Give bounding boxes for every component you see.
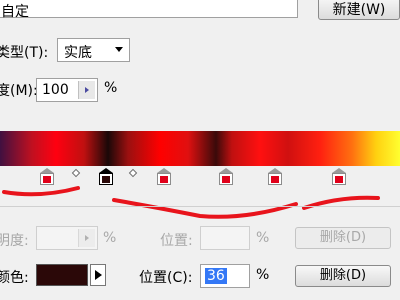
delete-opacity-stop-button: 删除(D) [295, 227, 391, 249]
opacity-unit: % [103, 230, 117, 246]
arrow-right-icon [85, 235, 89, 241]
opacity-label: 明度: [0, 233, 29, 249]
red-annotation-strokes [2, 186, 380, 219]
color-location-input[interactable]: 36 [200, 264, 250, 288]
smoothness-unit: % [104, 80, 118, 96]
smoothness-stepper-button[interactable] [78, 81, 95, 99]
delete-color-stop-button[interactable]: 删除(D) [295, 265, 391, 287]
annotation-stroke [2, 186, 80, 197]
color-location-label: 位置(C): [139, 270, 193, 286]
opacity-location-unit: % [256, 230, 270, 246]
color-swatch-picker[interactable] [36, 264, 88, 286]
new-button[interactable]: 新建(W) [318, 0, 400, 20]
smoothness-value: 100 [42, 82, 69, 98]
smoothness-input[interactable]: 100 [36, 78, 98, 102]
arrow-right-icon [95, 270, 102, 280]
gradient-preview-bar[interactable] [0, 131, 400, 166]
color-menu-button[interactable] [90, 264, 106, 286]
gradient-type-value: 实底 [64, 45, 92, 61]
gradient-name-input[interactable]: 自定 [0, 0, 298, 20]
opacity-input [36, 226, 98, 250]
gradient-type-select[interactable]: 实底 [57, 38, 130, 62]
smoothness-label: 度(M): [0, 83, 38, 99]
gradient-type-label: 类型(T): [0, 45, 49, 61]
annotation-stroke [112, 198, 298, 219]
midpoint-handle[interactable] [128, 168, 138, 178]
arrow-right-icon [85, 87, 89, 93]
chevron-down-icon [115, 47, 123, 52]
section-divider [0, 206, 400, 207]
gradient-name-text: 自定 [1, 4, 29, 20]
color-location-unit: % [256, 267, 270, 283]
color-location-value: 36 [205, 268, 227, 284]
color-label: 颜色: [0, 270, 29, 286]
opacity-location-label: 位置: [160, 233, 193, 249]
midpoint-handle[interactable] [71, 168, 81, 178]
opacity-stepper-button [78, 229, 95, 247]
opacity-location-input [200, 226, 250, 250]
